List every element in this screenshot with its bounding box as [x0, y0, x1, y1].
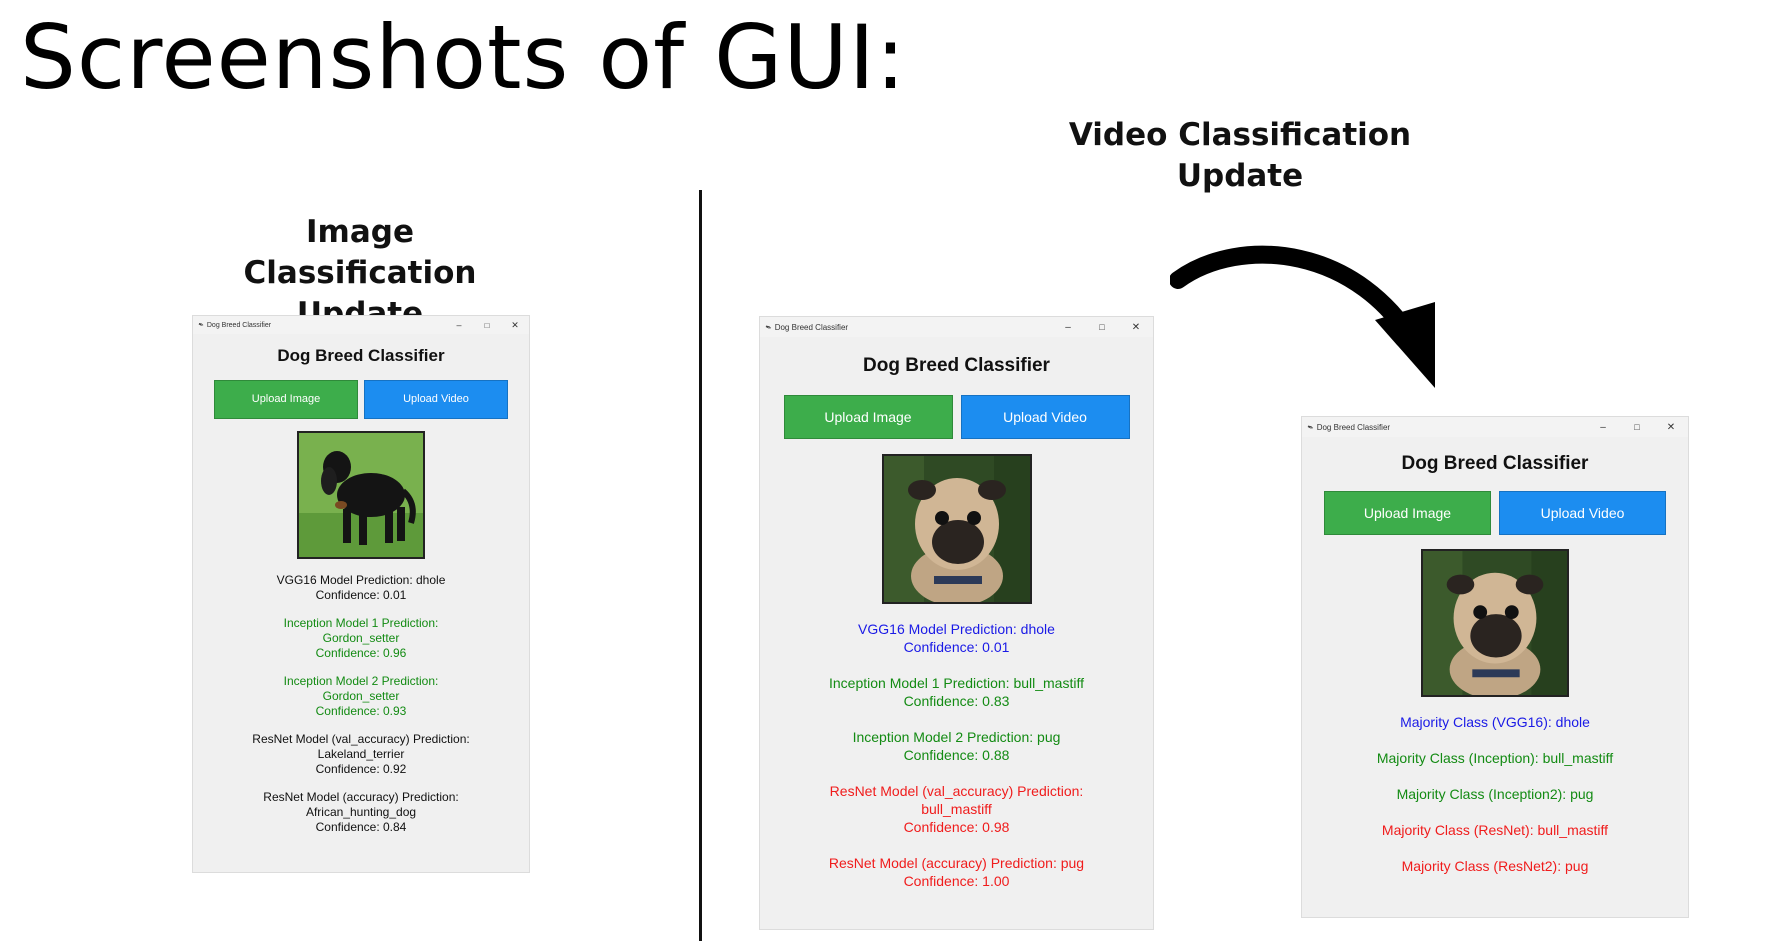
video-section-title: Video Classification Update [1068, 117, 1412, 194]
upload-image-button[interactable]: Upload Image [1324, 491, 1491, 535]
maximize-icon[interactable]: □ [1085, 322, 1119, 332]
pug-image [881, 454, 1032, 604]
feather-icon: ✒ [1305, 421, 1316, 433]
prediction-resnet-acc: ResNet Model (accuracy) Prediction: pug C… [828, 855, 1085, 889]
window-title: Dog Breed Classifier [1316, 422, 1391, 432]
majority-resnet2: Majority Class (ResNet2): pug [1401, 858, 1589, 874]
maximize-icon[interactable]: □ [1620, 422, 1654, 432]
upload-video-button[interactable]: Upload Video [960, 395, 1130, 439]
app-window-video: ✒ Dog Breed Classifier – □ ✕ Dog Breed C… [760, 317, 1153, 929]
maximize-icon[interactable]: □ [473, 321, 501, 330]
prediction-resnet-acc: ResNet Model (accuracy) Prediction: Afric… [263, 790, 459, 834]
prediction-vgg16: VGG16 Model Prediction: dhole Confidence:… [276, 573, 446, 602]
divider [699, 190, 702, 941]
pug-picture [883, 456, 1030, 602]
majority-inception: Majority Class (Inception): bull_mastiff [1376, 750, 1614, 766]
window-titlebar: ✒ Dog Breed Classifier – □ ✕ [760, 317, 1153, 337]
minimize-icon[interactable]: – [445, 320, 473, 330]
prediction-resnet-val: ResNet Model (val_accuracy) Prediction: L… [252, 732, 470, 776]
upload-video-button[interactable]: Upload Video [364, 380, 508, 419]
upload-image-button[interactable]: Upload Image [214, 380, 358, 419]
app-window-majority: ✒ Dog Breed Classifier – □ ✕ Dog Breed C… [1302, 417, 1688, 917]
window-title: Dog Breed Classifier [774, 322, 849, 332]
close-icon[interactable]: ✕ [501, 320, 529, 331]
app-title: Dog Breed Classifier [1401, 453, 1589, 474]
prediction-inception2: Inception Model 2 Prediction: Gordon_sett… [283, 674, 439, 718]
predictions-list: VGG16 Model Prediction: dhole Confidence:… [193, 573, 529, 835]
prediction-resnet-val: ResNet Model (val_accuracy) Prediction: b… [829, 783, 1084, 835]
app-title: Dog Breed Classifier [863, 355, 1050, 376]
app-title: Dog Breed Classifier [277, 346, 445, 365]
feather-icon: ✒ [763, 321, 774, 333]
upload-image-button[interactable]: Upload Image [783, 395, 953, 439]
pug-picture [1423, 551, 1567, 695]
predictions-list: VGG16 Model Prediction: dhole Confidence:… [760, 620, 1153, 890]
close-icon[interactable]: ✕ [1654, 422, 1688, 433]
minimize-icon[interactable]: – [1051, 322, 1085, 333]
feather-icon: ✒ [196, 321, 205, 330]
window-title: Dog Breed Classifier [206, 321, 272, 329]
pug-image [1421, 549, 1569, 697]
majority-list: Majority Class (VGG16): dhole Majority C… [1302, 713, 1688, 875]
prediction-inception1: Inception Model 1 Prediction: bull_masti… [829, 675, 1084, 709]
prediction-vgg16: VGG16 Model Prediction: dhole Confidence:… [858, 621, 1055, 655]
majority-vgg16: Majority Class (VGG16): dhole [1400, 714, 1590, 730]
window-titlebar: ✒ Dog Breed Classifier – □ ✕ [1302, 417, 1688, 437]
close-icon[interactable]: ✕ [1119, 322, 1153, 333]
gordon-setter-picture [299, 433, 423, 557]
prediction-inception2: Inception Model 2 Prediction: pug Confide… [852, 729, 1061, 763]
majority-inception2: Majority Class (Inception2): pug [1396, 786, 1594, 802]
app-window-image: ✒ Dog Breed Classifier – □ ✕ Dog Breed C… [193, 316, 529, 872]
prediction-inception1: Inception Model 1 Prediction: Gordon_sett… [283, 616, 439, 660]
page-title: Screenshots of GUI: [20, 6, 907, 109]
curved-arrow-icon [1170, 245, 1435, 388]
majority-resnet: Majority Class (ResNet): bull_mastiff [1381, 822, 1609, 838]
upload-video-button[interactable]: Upload Video [1499, 491, 1666, 535]
dog-image [297, 431, 425, 559]
minimize-icon[interactable]: – [1586, 422, 1620, 433]
window-titlebar: ✒ Dog Breed Classifier – □ ✕ [193, 316, 529, 334]
